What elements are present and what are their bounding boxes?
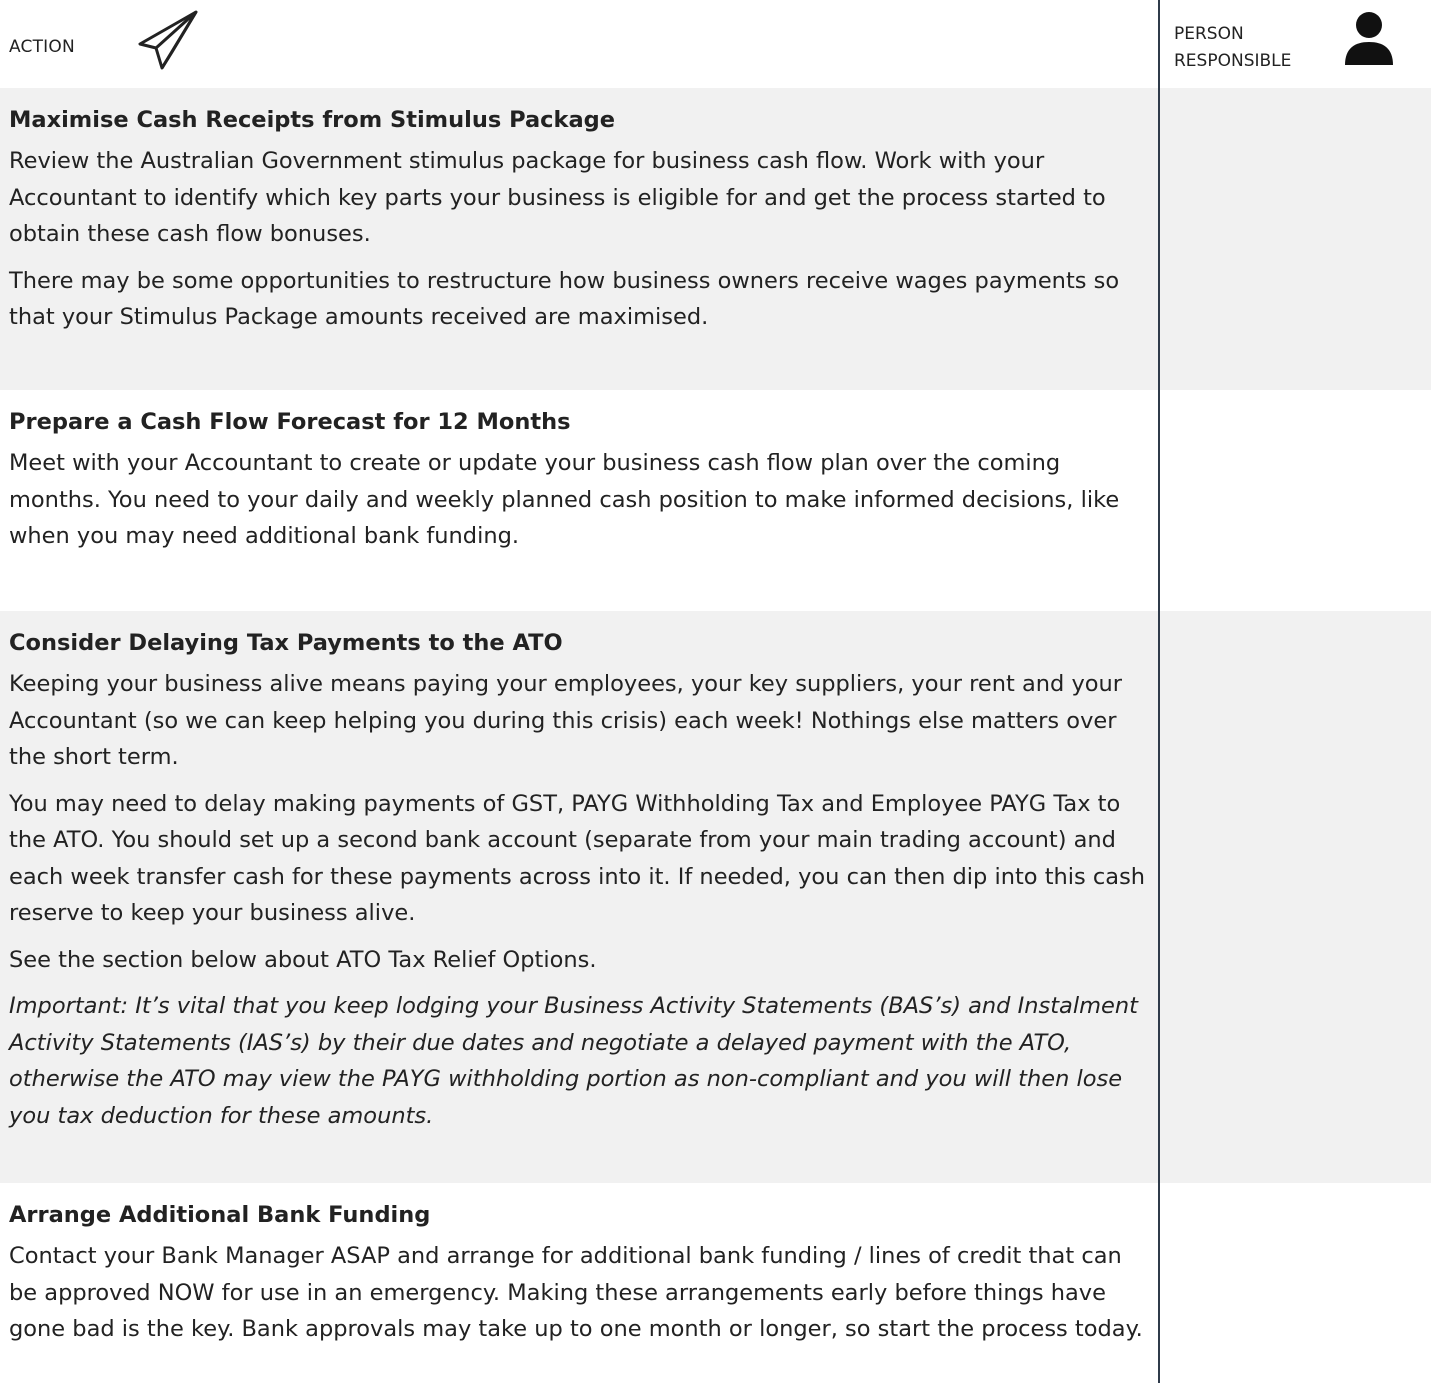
person-icon — [1345, 12, 1393, 65]
person-responsible-column-label: PERSON RESPONSIBLE — [1174, 21, 1334, 75]
paper-plane-icon — [138, 10, 198, 70]
action-content: Prepare a Cash Flow Forecast for 12 Mont… — [9, 390, 1149, 565]
important-note: Important: It’s vital that you keep lodg… — [9, 993, 1138, 1129]
action-content: Consider Delaying Tax Payments to the AT… — [9, 611, 1149, 1144]
action-content: Arrange Additional Bank Funding Contact … — [9, 1183, 1149, 1358]
action-paragraph: See the section below about ATO Tax Reli… — [9, 946, 597, 973]
person-label-line2: RESPONSIBLE — [1174, 51, 1292, 71]
action-paragraph: Keeping your business alive means paying… — [9, 671, 1123, 770]
action-column-label: ACTION — [9, 37, 75, 57]
action-row-forecast: Prepare a Cash Flow Forecast for 12 Mont… — [0, 390, 1431, 611]
action-paragraph: Review the Australian Government stimulu… — [9, 148, 1106, 247]
column-divider — [1158, 0, 1160, 1383]
action-paragraph: There may be some opportunities to restr… — [9, 267, 1120, 331]
action-paragraph: You may need to delay making payments of… — [9, 790, 1146, 927]
table-header: ACTION PERSON RESPONSIBLE — [0, 0, 1431, 88]
action-row-tax: Consider Delaying Tax Payments to the AT… — [0, 611, 1431, 1183]
action-paragraph: Contact your Bank Manager ASAP and arran… — [9, 1243, 1143, 1342]
person-label-line1: PERSON — [1174, 24, 1244, 44]
action-title: Consider Delaying Tax Payments to the AT… — [9, 630, 563, 656]
action-row-stimulus: Maximise Cash Receipts from Stimulus Pac… — [0, 88, 1431, 390]
action-content: Maximise Cash Receipts from Stimulus Pac… — [9, 88, 1149, 346]
action-title: Maximise Cash Receipts from Stimulus Pac… — [9, 107, 615, 133]
action-paragraph: Meet with your Accountant to create or u… — [9, 450, 1120, 549]
action-row-bank-funding: Arrange Additional Bank Funding Contact … — [0, 1183, 1431, 1383]
action-title: Arrange Additional Bank Funding — [9, 1202, 431, 1228]
action-plan-page: ACTION PERSON RESPONSIBLE Maximise Cash … — [0, 0, 1431, 1383]
action-title: Prepare a Cash Flow Forecast for 12 Mont… — [9, 409, 571, 435]
